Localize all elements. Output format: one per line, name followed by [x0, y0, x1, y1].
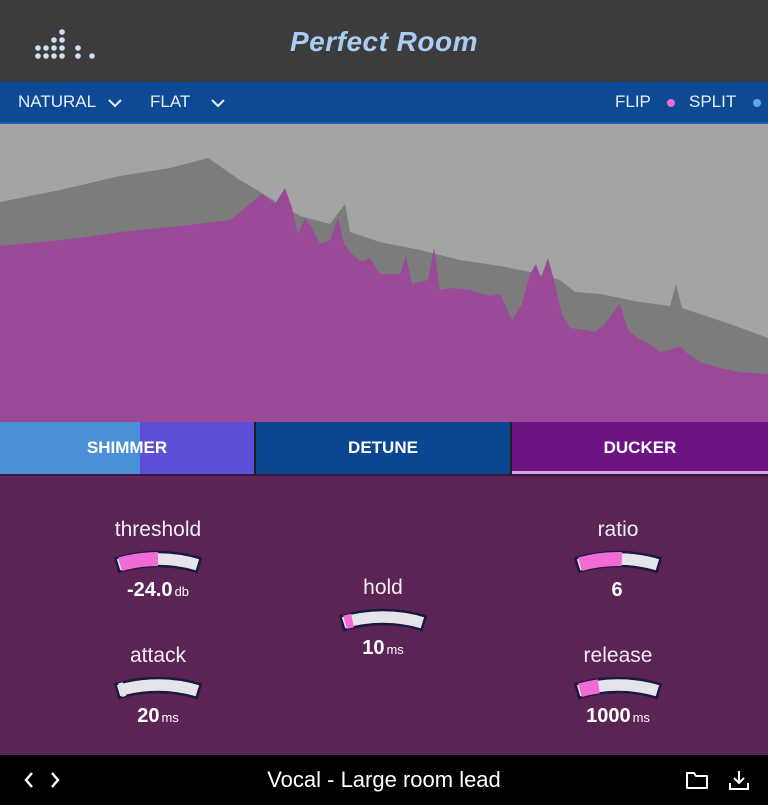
curve-dropdown-label: FLAT [150, 92, 190, 111]
attack-track [113, 676, 203, 700]
flip-indicator-dot [667, 98, 676, 107]
ducker-panel: threshold -24.0 db attack 20 ms hold 10 ms … [0, 474, 768, 757]
release-knob[interactable]: release 1000 ms [558, 644, 678, 728]
split-toggle[interactable]: SPLIT [689, 92, 761, 112]
tab-shimmer-label: SHIMMER [86, 438, 168, 457]
ratio-label: ratio [597, 518, 639, 541]
hold-arc[interactable] [336, 606, 430, 636]
effect-tabs: SHIMMER DETUNE DUCKER [0, 422, 768, 474]
mode-dropdown[interactable]: NATURAL [18, 92, 122, 112]
split-indicator-dot [752, 98, 761, 107]
release-label: release [583, 644, 653, 667]
split-label: SPLIT [689, 92, 736, 111]
header: Perfect Room [0, 0, 768, 82]
curve-dropdown[interactable]: FLAT [150, 92, 225, 112]
ratio-arc[interactable] [571, 548, 665, 578]
mode-dropdown-label: NATURAL [18, 92, 96, 111]
tab-detune[interactable]: DETUNE [256, 422, 510, 474]
threshold-arc[interactable] [111, 548, 205, 578]
threshold-label: threshold [114, 518, 202, 541]
attack-knob[interactable]: attack 20 ms [98, 644, 218, 728]
hold-value: 10 ms [362, 637, 404, 659]
footer: Vocal - Large room lead [0, 755, 768, 805]
flip-toggle[interactable]: FLIP [615, 92, 676, 112]
download-icon[interactable] [728, 769, 750, 791]
tab-shimmer[interactable]: SHIMMER [0, 422, 254, 474]
ratio-knob[interactable]: ratio 6 [558, 518, 678, 602]
app-title: Perfect Room [289, 26, 479, 57]
spectrum-display [0, 124, 768, 422]
attack-value: 20 ms [137, 705, 179, 727]
tab-ducker-label: DUCKER [603, 438, 677, 457]
tab-ducker[interactable]: DUCKER [512, 422, 768, 474]
release-value: 1000 ms [586, 705, 650, 727]
attack-label: attack [129, 644, 187, 667]
chevron-down-icon [211, 98, 225, 107]
threshold-knob[interactable]: threshold -24.0 db [98, 518, 218, 602]
release-arc[interactable] [571, 674, 665, 704]
ratio-value: 6 [611, 579, 623, 601]
perfect-room-plugin: Perfect Room NATURAL FLAT FLIP SPLIT SHI… [0, 0, 768, 805]
toolbar: NATURAL FLAT FLIP SPLIT [0, 82, 768, 124]
threshold-value: -24.0 db [126, 579, 190, 601]
hold-label: hold [363, 576, 403, 599]
chevron-down-icon [108, 98, 122, 107]
hold-knob[interactable]: hold 10 ms [323, 576, 443, 660]
tab-detune-label: DETUNE [348, 438, 418, 457]
attack-arc[interactable] [111, 674, 205, 704]
flip-label: FLIP [615, 92, 651, 111]
folder-icon[interactable] [685, 769, 709, 791]
preset-name[interactable]: Vocal - Large room lead [0, 767, 768, 793]
